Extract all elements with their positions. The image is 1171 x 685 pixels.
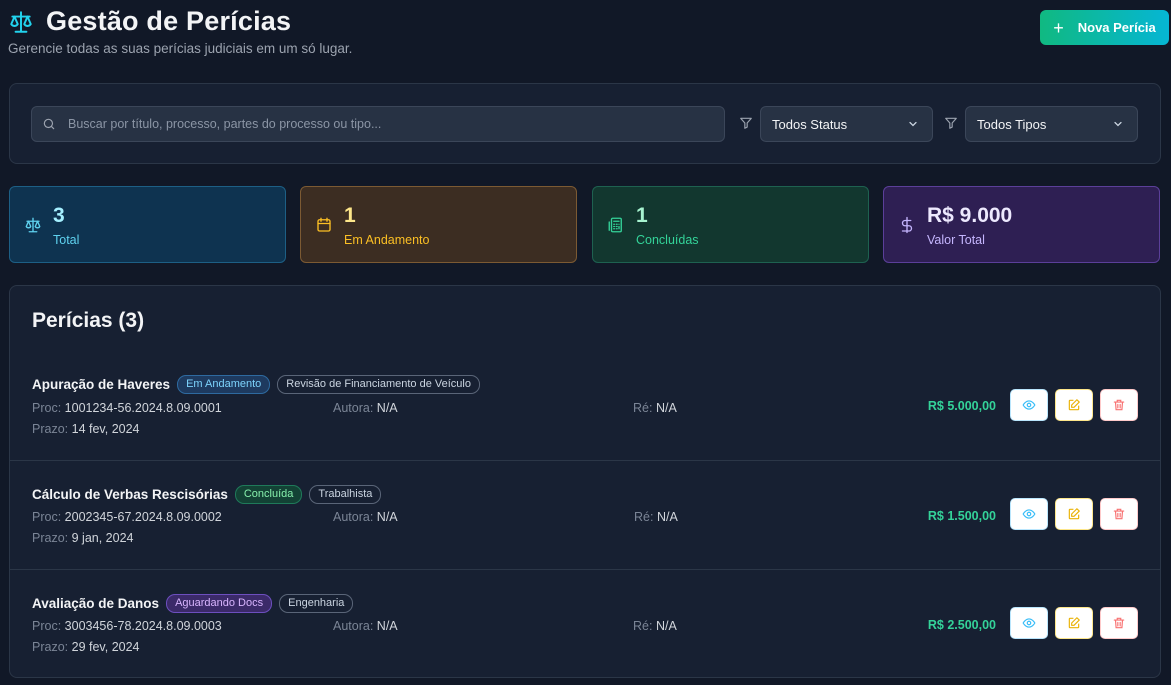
edit-icon	[1068, 617, 1080, 629]
stat-value: R$ 9.000	[927, 204, 1013, 227]
prazo-field: Prazo: 9 jan, 2024	[32, 531, 134, 545]
pericia-amount: R$ 5.000,00	[927, 399, 996, 413]
view-button[interactable]	[1010, 607, 1048, 639]
pericia-amount: R$ 2.500,00	[927, 618, 996, 632]
autora-field: Autora: N/A	[333, 510, 398, 524]
pericia-title: Avaliação de Danos	[32, 596, 160, 611]
scale-icon	[24, 216, 42, 239]
list-title: Perícias (3)	[32, 309, 145, 332]
status-select-value: Todos Status	[772, 116, 848, 132]
filter-icon	[739, 116, 753, 135]
trash-icon	[1113, 617, 1125, 629]
stat-value: 3	[53, 204, 65, 227]
re-field: Ré: N/A	[634, 510, 678, 524]
status-badge: Aguardando Docs	[166, 594, 273, 613]
list-item: Cálculo de Verbas Rescisórias Concluída …	[10, 460, 1160, 569]
proc-field: Proc: 3003456-78.2024.8.09.0003	[32, 619, 222, 633]
dollar-icon	[898, 216, 916, 239]
type-badge: Engenharia	[279, 594, 354, 613]
stat-label: Em Andamento	[344, 233, 430, 247]
scale-icon	[8, 8, 36, 36]
delete-button[interactable]	[1100, 498, 1138, 530]
edit-icon	[1068, 508, 1080, 520]
status-badge: Concluída	[234, 485, 303, 504]
calculator-icon	[607, 216, 625, 239]
search-box[interactable]	[31, 106, 725, 142]
stat-card-concluidas: 1 Concluídas	[592, 186, 869, 263]
edit-button[interactable]	[1055, 389, 1093, 421]
edit-button[interactable]	[1055, 498, 1093, 530]
stat-label: Valor Total	[927, 233, 985, 247]
autora-field: Autora: N/A	[333, 619, 398, 633]
eye-icon	[1022, 400, 1036, 410]
filters-panel: Todos Status Todos Tipos	[9, 83, 1161, 164]
filter-icon	[944, 116, 958, 135]
view-button[interactable]	[1010, 389, 1048, 421]
page-subtitle: Gerencie todas as suas perícias judiciai…	[8, 41, 353, 56]
pericia-title: Apuração de Haveres	[32, 377, 171, 392]
type-select[interactable]: Todos Tipos	[965, 106, 1138, 142]
search-input[interactable]	[68, 117, 688, 131]
proc-field: Proc: 1001234-56.2024.8.09.0001	[32, 401, 222, 415]
stat-value: 1	[344, 204, 356, 227]
re-field: Ré: N/A	[633, 619, 677, 633]
pericia-title: Cálculo de Verbas Rescisórias	[32, 487, 228, 502]
new-pericia-label: Nova Perícia	[1077, 20, 1156, 35]
chevron-down-icon	[1112, 118, 1124, 130]
status-badge: Em Andamento	[177, 375, 271, 394]
stat-card-total: 3 Total	[9, 186, 286, 263]
list-item: Avaliação de Danos Aguardando Docs Engen…	[10, 569, 1160, 677]
calendar-icon	[315, 216, 333, 239]
edit-button[interactable]	[1055, 607, 1093, 639]
proc-field: Proc: 2002345-67.2024.8.09.0002	[32, 510, 222, 524]
stat-value: 1	[636, 204, 648, 227]
autora-field: Autora: N/A	[333, 401, 398, 415]
plus-icon: +	[1053, 17, 1064, 38]
stat-card-valor-total: R$ 9.000 Valor Total	[883, 186, 1160, 263]
search-icon	[42, 117, 56, 131]
type-select-value: Todos Tipos	[977, 116, 1047, 132]
prazo-field: Prazo: 14 fev, 2024	[32, 422, 140, 436]
prazo-field: Prazo: 29 fev, 2024	[32, 640, 140, 654]
chevron-down-icon	[907, 118, 919, 130]
page-header: Gestão de Perícias Gerencie todas as sua…	[8, 6, 1163, 62]
trash-icon	[1113, 399, 1125, 411]
type-badge: Trabalhista	[309, 485, 382, 504]
status-select[interactable]: Todos Status	[760, 106, 933, 142]
stat-label: Total	[53, 233, 80, 247]
new-pericia-button[interactable]: + Nova Perícia	[1040, 10, 1169, 45]
re-field: Ré: N/A	[633, 401, 677, 415]
eye-icon	[1022, 618, 1036, 628]
delete-button[interactable]	[1100, 607, 1138, 639]
eye-icon	[1022, 509, 1036, 519]
page-title: Gestão de Perícias	[46, 6, 292, 36]
list-item: Apuração de Haveres Em Andamento Revisão…	[10, 351, 1160, 460]
delete-button[interactable]	[1100, 389, 1138, 421]
stat-label: Concluídas	[636, 233, 699, 247]
pericias-list: Perícias (3) Apuração de Haveres Em Anda…	[9, 285, 1161, 678]
edit-icon	[1068, 399, 1080, 411]
trash-icon	[1113, 508, 1125, 520]
type-badge: Revisão de Financiamento de Veículo	[277, 375, 480, 394]
pericia-amount: R$ 1.500,00	[927, 509, 996, 523]
view-button[interactable]	[1010, 498, 1048, 530]
stat-card-em-andamento: 1 Em Andamento	[300, 186, 577, 263]
